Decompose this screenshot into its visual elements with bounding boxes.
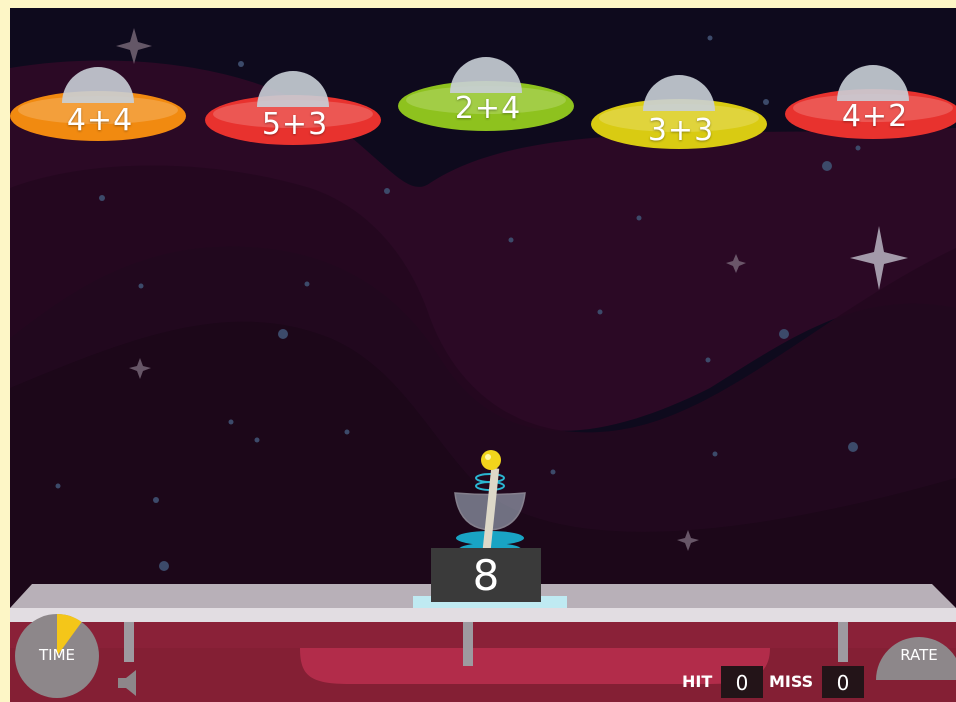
time-label: TIME: [38, 646, 75, 664]
ufo-3[interactable]: 3+3: [591, 56, 771, 166]
rate-gauge-icon: [876, 637, 956, 680]
cannon: [413, 450, 567, 608]
ufo-3-equation: 3+3: [647, 113, 715, 148]
ufo-1-equation: 5+3: [261, 107, 329, 142]
ufo-2-equation: 2+4: [454, 91, 522, 126]
hit-counter: 0: [721, 666, 763, 698]
target-number-display: 8: [431, 548, 541, 602]
game-stage: 4+4 5+3 2+4 3+3 4+2 8 TIME RATE HIT 0 MI…: [10, 8, 956, 702]
ufo-2[interactable]: 2+4: [398, 38, 578, 148]
ufo-0-equation: 4+4: [66, 103, 134, 138]
speaker-icon[interactable]: [118, 668, 138, 698]
hit-label: HIT: [682, 672, 713, 691]
rate-label: RATE: [900, 646, 938, 664]
ufo-3-body: [591, 75, 767, 149]
miss-counter: 0: [822, 666, 864, 698]
ufo-0[interactable]: 4+4: [10, 48, 190, 158]
ufo-4-equation: 4+2: [841, 99, 909, 134]
miss-label: MISS: [769, 672, 814, 691]
ufo-1[interactable]: 5+3: [205, 52, 385, 162]
ufo-4[interactable]: 4+2: [785, 46, 956, 156]
